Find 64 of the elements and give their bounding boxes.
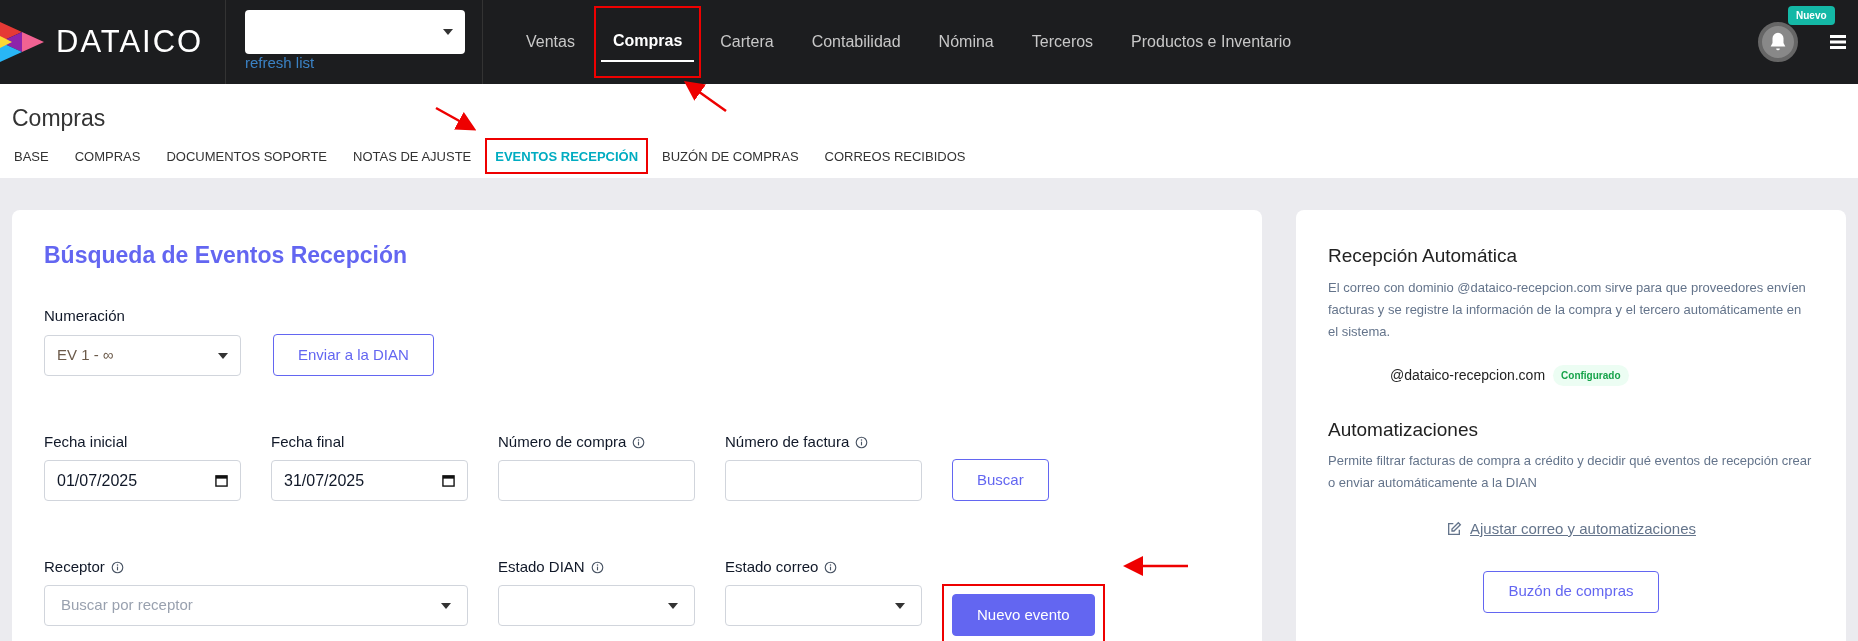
menu-icon[interactable] — [1830, 35, 1846, 49]
mailbox-button[interactable]: Buzón de compras — [1483, 570, 1659, 613]
page-title: Compras — [12, 104, 106, 132]
tab[interactable]: BASE — [14, 147, 49, 167]
annotation-arrow — [683, 81, 727, 112]
section-title: Recepción Automática — [1328, 244, 1518, 268]
annotation-arrow — [1123, 556, 1188, 576]
select-field[interactable] — [725, 585, 922, 626]
caret-icon — [895, 602, 905, 609]
email-domain: @dataico-recepcion.com — [1390, 365, 1546, 385]
caret-icon — [668, 602, 678, 609]
nav-link[interactable]: Ventas — [514, 22, 587, 62]
select-field[interactable]: EV 1 - ∞ — [44, 335, 241, 376]
status-badge: Configurado — [1553, 364, 1629, 386]
select-field[interactable] — [498, 585, 695, 626]
section-title: Automatizaciones — [1328, 417, 1478, 442]
info-icon — [110, 560, 124, 574]
caret-icon — [441, 602, 451, 609]
field-label: Número de compra — [498, 431, 627, 452]
field-label: Fecha inicial — [44, 431, 128, 452]
field-label: Estado DIAN — [498, 556, 585, 577]
action-button[interactable]: Buscar — [952, 459, 1049, 501]
info-icon — [590, 560, 604, 574]
nav-link[interactable]: Terceros — [1019, 22, 1106, 62]
calendar-icon — [215, 474, 228, 487]
tab[interactable]: BUZÓN DE COMPRAS — [662, 147, 799, 167]
settings-link[interactable]: Ajustar correo y automatizaciones — [1470, 518, 1696, 541]
section-description: El correo con dominio @dataico-recepcion.com sirve para que proveedores envíen facturas y se registre la información de la compra y el tercero automáticamente en el sistema. — [1328, 278, 1807, 341]
date-field[interactable]: 31/07/2025 — [271, 460, 468, 501]
nav-link[interactable]: Compras — [600, 22, 695, 62]
refresh-link[interactable]: refresh list — [245, 54, 482, 72]
company-select[interactable] — [245, 10, 465, 54]
caret-icon — [443, 29, 453, 35]
tab[interactable]: CORREOS RECIBIDOS — [824, 147, 966, 167]
caret-icon — [218, 352, 228, 359]
section-description: Permite filtrar facturas de compra a crédito y decidir qué eventos de recepción crear o enviar automáticamente a la DIAN — [1328, 452, 1813, 492]
field-label: Fecha final — [271, 431, 345, 452]
nav-link[interactable]: Productos e Inventario — [1119, 22, 1304, 62]
date-field[interactable]: 01/07/2025 — [44, 460, 241, 501]
card-title: Búsqueda de Eventos Recepción — [44, 241, 407, 270]
action-button[interactable]: Nuevo evento — [952, 594, 1095, 636]
nav-link[interactable]: Nómina — [926, 22, 1006, 62]
logo-icon — [0, 22, 44, 62]
edit-icon — [1446, 521, 1463, 538]
input-field[interactable] — [498, 460, 695, 501]
action-button[interactable]: Enviar a la DIAN — [273, 334, 434, 376]
info-icon — [632, 435, 646, 449]
input-field[interactable] — [725, 460, 922, 501]
info-icon — [824, 560, 838, 574]
logo-text: DATAICO — [56, 22, 204, 61]
field-label: Receptor — [44, 556, 105, 577]
tab[interactable]: NOTAS DE AJUSTE — [353, 147, 472, 167]
calendar-icon — [442, 474, 455, 487]
field-label: Estado correo — [725, 556, 819, 577]
nav-link[interactable]: Contabilidad — [799, 22, 913, 62]
field-label: Número de factura — [725, 431, 850, 452]
tab[interactable]: COMPRAS — [74, 147, 141, 167]
field-label: Numeración — [44, 305, 126, 326]
new-badge: Nuevo — [1788, 6, 1835, 25]
info-icon — [855, 435, 869, 449]
tab[interactable]: DOCUMENTOS SOPORTE — [166, 147, 328, 167]
nav-link[interactable]: Cartera — [708, 22, 786, 62]
bell-button[interactable] — [1758, 22, 1798, 62]
annotation-arrow — [435, 106, 477, 131]
